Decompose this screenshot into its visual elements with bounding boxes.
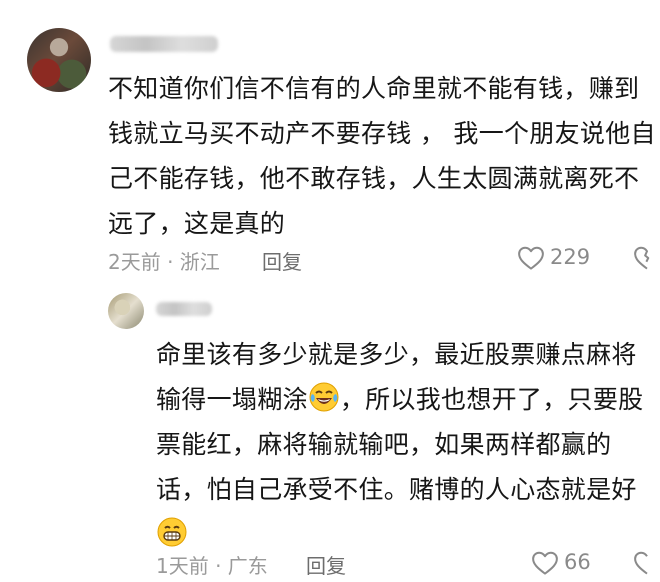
- reply-line-part: 输得一塌糊涂: [156, 385, 308, 414]
- reply-username-blurred[interactable]: [156, 302, 212, 316]
- avatar[interactable]: [27, 28, 91, 92]
- comment-line: 己不能存钱，他不敢存钱，人生太圆满就离死不: [108, 164, 640, 193]
- reply-meta: 1天前 · 广东: [156, 554, 268, 578]
- grinning-face-emoji: [156, 516, 188, 548]
- reply-line-part: ，所以我也想开了，只要股: [339, 385, 644, 414]
- reply-line: 话，怕自己承受不住。赌博的人心态就是好: [156, 475, 637, 504]
- comment-line: 远了，这是真的: [108, 209, 286, 238]
- comment-line: 钱就立马买不动产不要存钱 ， 我一个朋友说他自: [108, 119, 656, 148]
- reply-avatar[interactable]: [108, 293, 144, 329]
- reply-line: 输得一塌糊涂 ，所以我也想开了，只要股: [156, 377, 660, 422]
- reply-text: 命里该有多少就是多少，最近股票赚点麻将 输得一塌糊涂 ，所以我也想开了，只要股 …: [156, 332, 660, 557]
- heart-outline-icon[interactable]: [516, 243, 546, 273]
- reply-line: 票能红，麻将输就输吧，如果两样都赢的: [156, 430, 612, 459]
- like-count: 229: [550, 245, 591, 269]
- reply-reply-button[interactable]: 回复: [306, 550, 346, 579]
- face-with-tears-of-joy-emoji: [308, 381, 340, 413]
- dislike-heart-icon[interactable]: [632, 243, 660, 273]
- reply-like-count: 66: [564, 550, 591, 574]
- comment-line: 不知道你们信不信有的人命里就不能有钱，赚到: [108, 74, 640, 103]
- comment-text: 不知道你们信不信有的人命里就不能有钱，赚到 钱就立马买不动产不要存钱 ， 我一个…: [108, 66, 660, 246]
- reply-line: 命里该有多少就是多少，最近股票赚点麻将: [156, 340, 637, 369]
- comment-meta: 2天前 · 浙江: [108, 250, 220, 274]
- dislike-heart-icon[interactable]: [632, 548, 660, 578]
- reply-button[interactable]: 回复: [262, 246, 302, 275]
- username-blurred[interactable]: [110, 36, 218, 52]
- heart-outline-icon[interactable]: [530, 548, 560, 578]
